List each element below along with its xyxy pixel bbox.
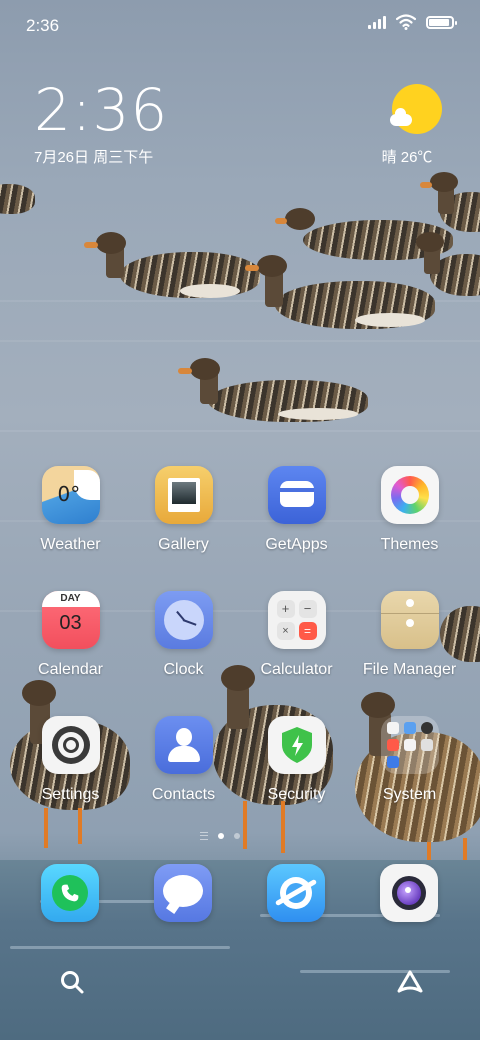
contacts-icon: [154, 716, 213, 774]
app-vault-icon[interactable]: [396, 968, 424, 996]
app-label: Calendar: [38, 661, 103, 678]
getapps-icon: [267, 466, 326, 524]
app-gallery[interactable]: Gallery: [127, 466, 240, 554]
app-contacts[interactable]: Contacts: [127, 716, 240, 804]
widget-time: 2:36: [34, 76, 169, 144]
weather-icon-temp: 0°: [57, 482, 81, 506]
app-label: Clock: [163, 661, 204, 678]
wifi-icon: [396, 14, 416, 30]
app-label: System: [382, 786, 437, 803]
security-icon: [267, 716, 326, 774]
file-manager-icon: [380, 591, 439, 649]
app-clock[interactable]: Clock: [127, 591, 240, 679]
clock-icon: [154, 591, 213, 649]
app-system-folder[interactable]: System: [353, 716, 466, 804]
weather-widget[interactable]: 晴 26℃: [382, 84, 446, 167]
battery-icon: [426, 15, 457, 29]
calendar-day-header: DAY: [60, 593, 81, 604]
app-calculator[interactable]: + − × = Calculator: [240, 591, 353, 679]
status-bar: 2:36: [0, 0, 480, 50]
system-folder-icon: [380, 716, 439, 774]
app-label: Contacts: [151, 786, 216, 803]
app-themes[interactable]: Themes: [353, 466, 466, 554]
weather-text: 晴 26℃: [381, 149, 433, 166]
page-indicator[interactable]: [200, 832, 240, 840]
page-dot-active: [218, 833, 224, 839]
browser-icon[interactable]: [267, 864, 325, 922]
clock-widget[interactable]: 2:36 7月26日 周三下午: [34, 78, 168, 167]
signal-icon: [368, 15, 386, 29]
app-getapps[interactable]: GetApps: [240, 466, 353, 554]
app-label: Themes: [380, 536, 439, 553]
calendar-day-number: 03: [59, 612, 82, 634]
weather-icon: 0°: [41, 466, 100, 524]
app-label: GetApps: [265, 536, 328, 553]
app-label: File Manager: [362, 661, 457, 678]
calculator-icon: + − × =: [267, 591, 326, 649]
sunny-cloud-icon: [390, 84, 442, 134]
app-label: Weather: [40, 536, 101, 553]
app-calendar[interactable]: DAY 03 Calendar: [14, 591, 127, 679]
goose-5: [410, 232, 480, 302]
app-security[interactable]: Security: [240, 716, 353, 804]
app-weather[interactable]: 0° Weather: [14, 466, 127, 554]
goose-7: [178, 358, 368, 428]
page-dot: [234, 833, 240, 839]
goose-1: [80, 232, 260, 312]
search-icon[interactable]: [58, 968, 86, 996]
app-label: Security: [267, 786, 326, 803]
themes-icon: [380, 466, 439, 524]
camera-icon[interactable]: [380, 864, 438, 922]
app-label: Gallery: [158, 536, 209, 553]
phone-icon[interactable]: [41, 864, 99, 922]
app-settings[interactable]: Settings: [14, 716, 127, 804]
page-indicator-minus-one: [200, 832, 208, 840]
app-label: Settings: [41, 786, 100, 803]
app-label: Calculator: [260, 661, 333, 678]
app-file-manager[interactable]: File Manager: [353, 591, 466, 679]
goose-6: [0, 180, 40, 220]
status-time: 2:36: [26, 16, 60, 35]
widget-date: 7月26日 周三下午: [34, 149, 154, 166]
calendar-icon: DAY 03: [41, 591, 100, 649]
settings-icon: [41, 716, 100, 774]
messages-icon[interactable]: [154, 864, 212, 922]
gallery-icon: [154, 466, 213, 524]
